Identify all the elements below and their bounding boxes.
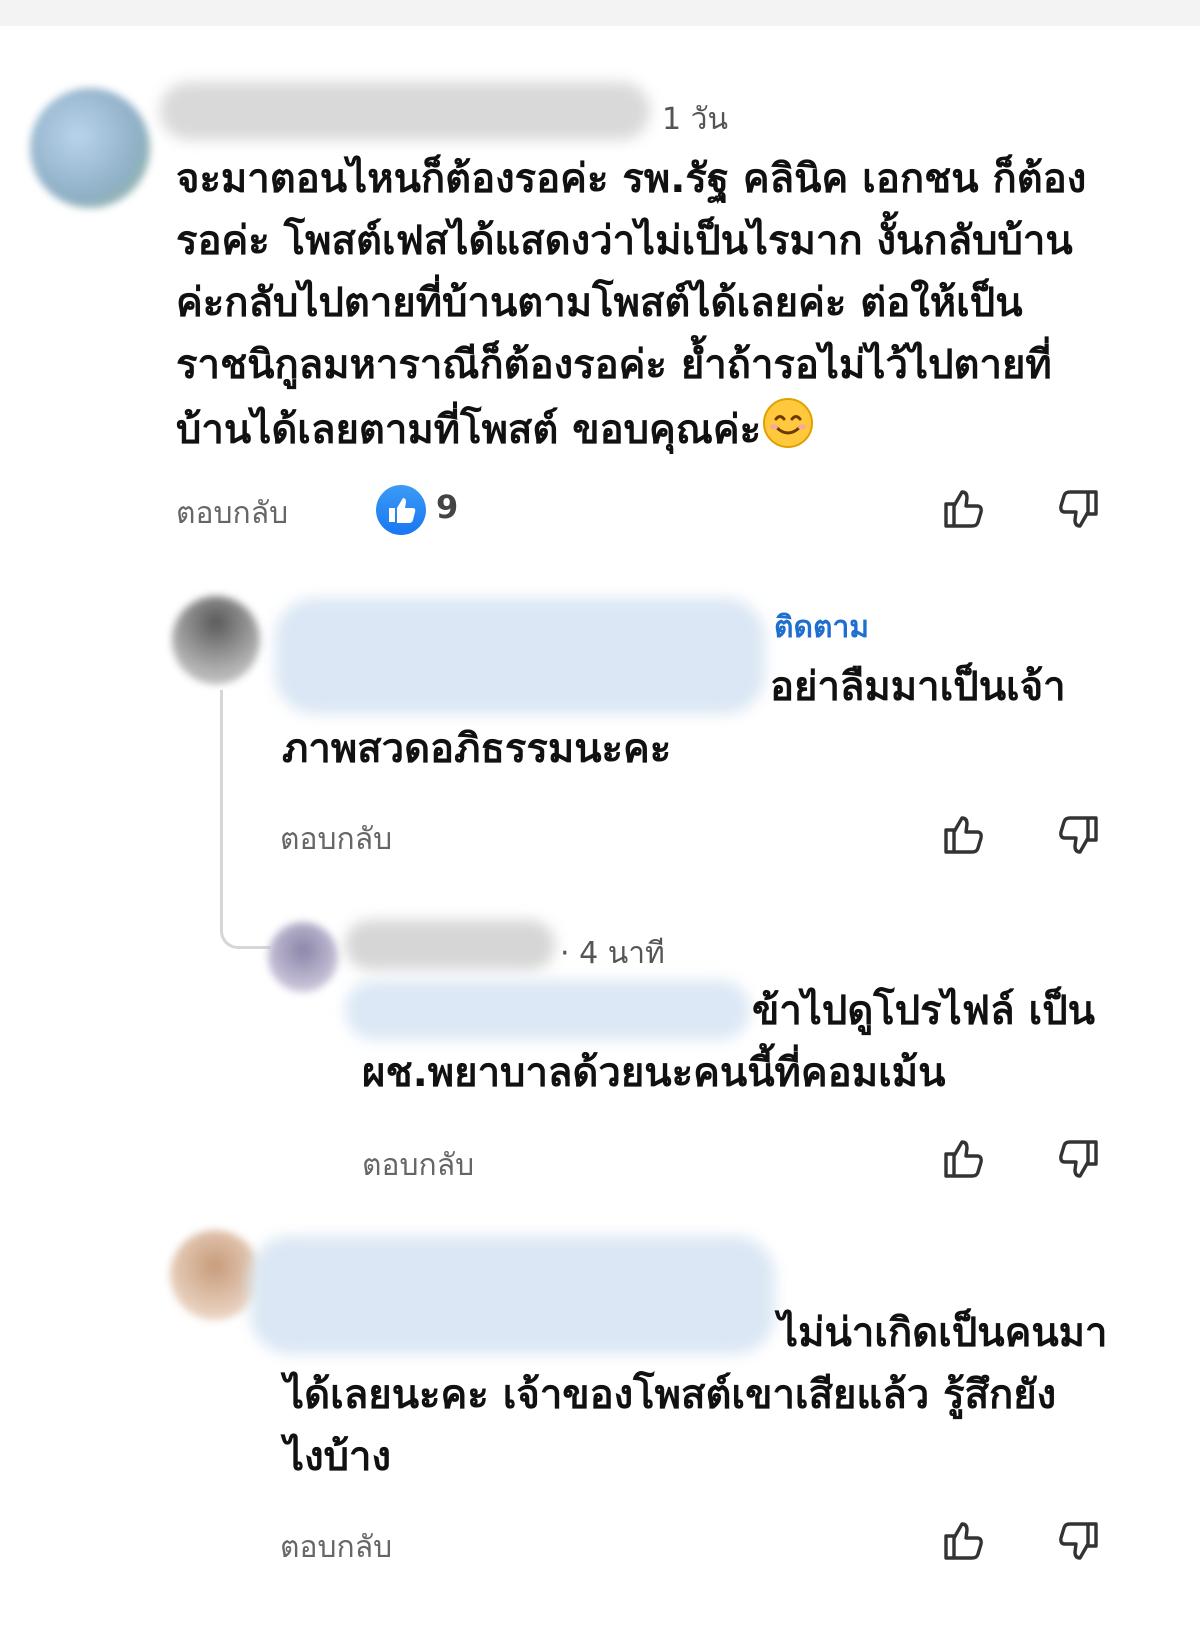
thumbs-down-outline-icon[interactable] xyxy=(1056,486,1104,538)
comment-text: จะมาตอนไหนก็ต้องรอค่ะ รพ.รัฐ คลินิค เอกช… xyxy=(176,148,1136,468)
comment-time: 1 วัน xyxy=(662,102,728,137)
thumbs-up-outline-icon[interactable] xyxy=(938,1516,986,1568)
reply-button[interactable]: ตอบกลับ xyxy=(280,1524,392,1571)
avatar[interactable] xyxy=(170,1230,260,1320)
comment-time: · 4 นาที xyxy=(560,936,665,971)
avatar[interactable] xyxy=(30,88,150,208)
avatar[interactable] xyxy=(268,922,338,992)
thumbs-up-outline-icon[interactable] xyxy=(938,1134,986,1186)
reply-button[interactable]: ตอบกลับ xyxy=(280,816,392,863)
facebook-like-badge-icon xyxy=(376,485,426,535)
thumbs-down-outline-icon[interactable] xyxy=(1056,1518,1104,1570)
avatar[interactable] xyxy=(172,596,260,684)
comment-text: ข้าไปดูโปรไฟล์ เป็น ผช.พยาบาลด้วยนะคนนี้… xyxy=(362,988,1095,1096)
reply-button[interactable]: ตอบกลับ xyxy=(362,1142,474,1189)
reply-button[interactable]: ตอบกลับ xyxy=(176,490,288,537)
follow-button[interactable]: ติดตาม xyxy=(774,604,869,651)
smiling-face-emoji xyxy=(761,396,815,468)
comment-text: อย่าลืมมาเป็นเจ้า ภาพสวดอภิธรรมนะคะ xyxy=(282,664,1066,772)
username-blurred[interactable] xyxy=(345,920,555,970)
comment-text: ไม่น่าเกิดเป็นคนมา ได้เลยนะคะ เจ้าของโพส… xyxy=(284,1310,1108,1480)
thumbs-up-outline-icon[interactable] xyxy=(938,484,986,536)
thread-connector xyxy=(220,690,271,949)
top-bar xyxy=(0,0,1200,26)
thumbs-down-outline-icon[interactable] xyxy=(1056,1136,1104,1188)
comment-text-content: จะมาตอนไหนก็ต้องรอค่ะ รพ.รัฐ คลินิค เอกช… xyxy=(176,156,1087,453)
thumbs-up-outline-icon[interactable] xyxy=(938,810,986,862)
username-blurred[interactable] xyxy=(160,82,650,140)
like-count: 9 xyxy=(436,488,459,526)
thumbs-down-outline-icon[interactable] xyxy=(1056,812,1104,864)
